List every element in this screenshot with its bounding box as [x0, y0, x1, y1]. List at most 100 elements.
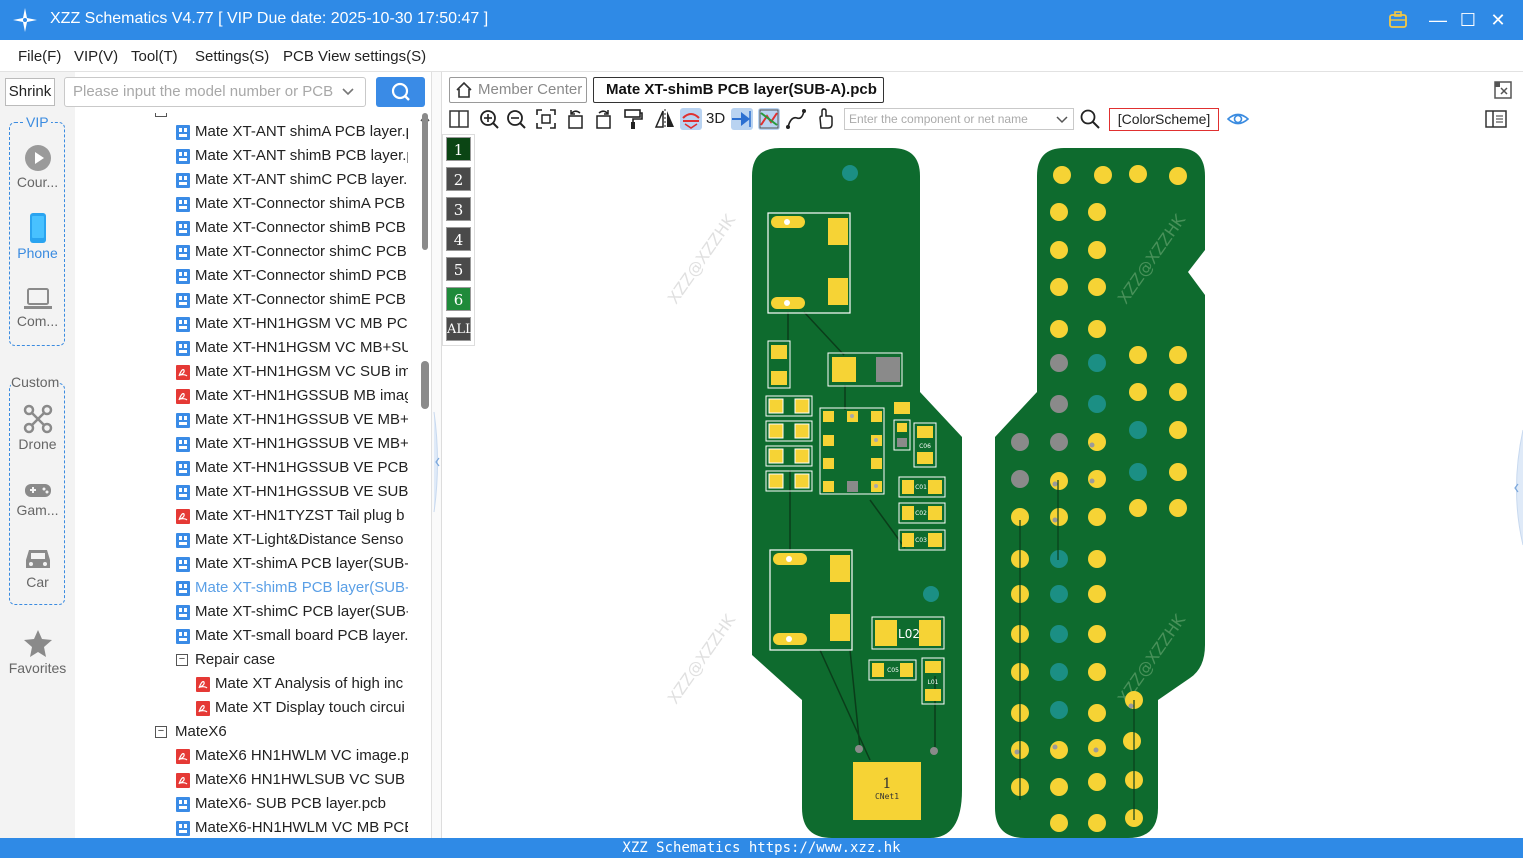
- pcb-pad[interactable]: [1011, 470, 1029, 488]
- expander-repair-case[interactable]: −: [176, 654, 188, 666]
- pcb-pad[interactable]: [1050, 508, 1068, 526]
- pcb-pad[interactable]: [1050, 701, 1068, 719]
- chevron-down-icon[interactable]: [340, 84, 356, 100]
- pcb-pad[interactable]: [1129, 499, 1147, 517]
- layer-3-button[interactable]: 3: [446, 197, 471, 221]
- pcb-pad[interactable]: [1088, 625, 1106, 643]
- close-button[interactable]: ✕: [1486, 8, 1510, 32]
- pcb-pad[interactable]: [1169, 463, 1187, 481]
- pcb-pad[interactable]: [1088, 550, 1106, 568]
- pcb-pad[interactable]: [1050, 550, 1068, 568]
- pcb-pad[interactable]: [1088, 354, 1106, 372]
- pcb-pad[interactable]: [1088, 278, 1106, 296]
- menu-vip[interactable]: VIP(V): [74, 48, 118, 65]
- pcb-pad[interactable]: [1088, 433, 1106, 451]
- pcb-pad[interactable]: [1169, 383, 1187, 401]
- expander-matex6[interactable]: −: [155, 726, 167, 738]
- chevron-down-icon[interactable]: [1054, 112, 1070, 128]
- pcb-pad[interactable]: [1129, 421, 1147, 439]
- pcb-pad[interactable]: [1129, 463, 1147, 481]
- pcb-pad[interactable]: [1169, 499, 1187, 517]
- maximize-button[interactable]: ☐: [1456, 8, 1480, 32]
- close-all-tabs-icon[interactable]: [1493, 80, 1513, 100]
- view-3d-button[interactable]: 3D: [706, 110, 725, 127]
- pcb-pad[interactable]: [1129, 346, 1147, 364]
- fit-view-icon[interactable]: [535, 108, 557, 130]
- color-scheme-button[interactable]: [ColorScheme]: [1109, 108, 1219, 131]
- pcb-pad[interactable]: [1088, 814, 1106, 832]
- flip-horizontal-icon[interactable]: [654, 108, 676, 130]
- pcb-pad[interactable]: [1050, 395, 1068, 413]
- menu-pcb-view-settings[interactable]: PCB View settings(S): [283, 48, 426, 65]
- rotate-right-icon[interactable]: [592, 108, 614, 130]
- pcb-pad[interactable]: [1050, 625, 1068, 643]
- menu-file[interactable]: File(F): [18, 48, 61, 65]
- pcb-pad[interactable]: [1050, 241, 1068, 259]
- draw-trace-icon[interactable]: [785, 108, 807, 130]
- pcb-pad[interactable]: [1050, 472, 1068, 490]
- model-search-input[interactable]: Please input the model number or PCB: [64, 77, 366, 107]
- layer-all-button[interactable]: ALL: [446, 317, 474, 341]
- tab-member-center[interactable]: Member Center: [449, 77, 587, 103]
- splitter[interactable]: [431, 72, 441, 838]
- pcb-pad[interactable]: [1088, 773, 1106, 791]
- net-trace-icon[interactable]: [758, 108, 780, 130]
- pcb-pad[interactable]: [1169, 421, 1187, 439]
- pcb-pad[interactable]: [1050, 741, 1068, 759]
- pcb-pad[interactable]: [1129, 383, 1147, 401]
- pcb-pad[interactable]: [1050, 278, 1068, 296]
- pcb-pad[interactable]: [1129, 165, 1147, 183]
- briefcase-icon[interactable]: [1388, 10, 1408, 30]
- layer-2-button[interactable]: 2: [446, 167, 471, 191]
- component-search-input[interactable]: Enter the component or net name: [844, 108, 1074, 130]
- pcb-pad[interactable]: [1050, 778, 1068, 796]
- pcb-pad[interactable]: [1088, 241, 1106, 259]
- find-icon[interactable]: [1079, 108, 1101, 130]
- highlight-net-icon[interactable]: [680, 108, 702, 130]
- pcb-pad[interactable]: [1088, 395, 1106, 413]
- pcb-canvas[interactable]: XZZ@XZZHK XZZ@XZZHK XZZ@XZZHK XZZ@XZZHK …: [476, 134, 1523, 838]
- pcb-pad[interactable]: [1050, 814, 1068, 832]
- eye-icon[interactable]: [1227, 108, 1249, 130]
- pcb-pad[interactable]: [1011, 433, 1029, 451]
- side-panel-icon[interactable]: [1485, 108, 1507, 130]
- tab-active-pcb[interactable]: Mate XT-shimB PCB layer(SUB-A).pcb: [593, 77, 884, 103]
- rotate-left-icon[interactable]: [565, 108, 587, 130]
- menu-tool[interactable]: Tool(T): [131, 48, 178, 65]
- hand-pan-icon[interactable]: [815, 108, 837, 130]
- split-view-icon[interactable]: [448, 108, 470, 130]
- pin-marker-icon[interactable]: [731, 108, 753, 130]
- layer-1-button[interactable]: 1: [446, 137, 471, 161]
- layer-4-button[interactable]: 4: [446, 227, 471, 251]
- menu-settings[interactable]: Settings(S): [195, 48, 269, 65]
- pcb-pad[interactable]: [1050, 585, 1068, 603]
- pcb-pad[interactable]: [1050, 320, 1068, 338]
- tree-folder-label[interactable]: Repair case: [195, 649, 275, 671]
- pcb-pad[interactable]: [1169, 167, 1187, 185]
- layer-5-button[interactable]: 5: [446, 257, 471, 281]
- minimize-button[interactable]: —: [1426, 8, 1450, 32]
- pcb-pad[interactable]: [1088, 203, 1106, 221]
- pcb-pad[interactable]: [1050, 433, 1068, 451]
- pcb-pad[interactable]: [1123, 732, 1141, 750]
- zoom-out-icon[interactable]: [505, 108, 527, 130]
- pcb-pad[interactable]: [1094, 166, 1112, 184]
- zoom-in-icon[interactable]: [478, 108, 500, 130]
- tree-folder-label[interactable]: MateX6: [175, 721, 227, 743]
- tree-item-label: Mate XT-HN1HGSM VC MB+SU: [195, 339, 408, 356]
- pcb-pad[interactable]: [1050, 663, 1068, 681]
- pcb-pad[interactable]: [1088, 508, 1106, 526]
- shrink-button[interactable]: Shrink: [5, 78, 55, 106]
- pcb-pad[interactable]: [1050, 203, 1068, 221]
- pcb-pad[interactable]: [1088, 320, 1106, 338]
- pcb-pad[interactable]: [1169, 346, 1187, 364]
- paint-brush-icon[interactable]: [622, 108, 644, 130]
- pcb-pad[interactable]: [1088, 663, 1106, 681]
- tree-scrollbar[interactable]: [419, 113, 431, 838]
- pcb-pad[interactable]: [1050, 354, 1068, 372]
- pcb-pad[interactable]: [1088, 585, 1106, 603]
- pcb-pad[interactable]: [1088, 704, 1106, 722]
- layer-6-button[interactable]: 6: [446, 287, 471, 311]
- search-button[interactable]: [376, 77, 425, 107]
- pcb-pad[interactable]: [1053, 166, 1071, 184]
